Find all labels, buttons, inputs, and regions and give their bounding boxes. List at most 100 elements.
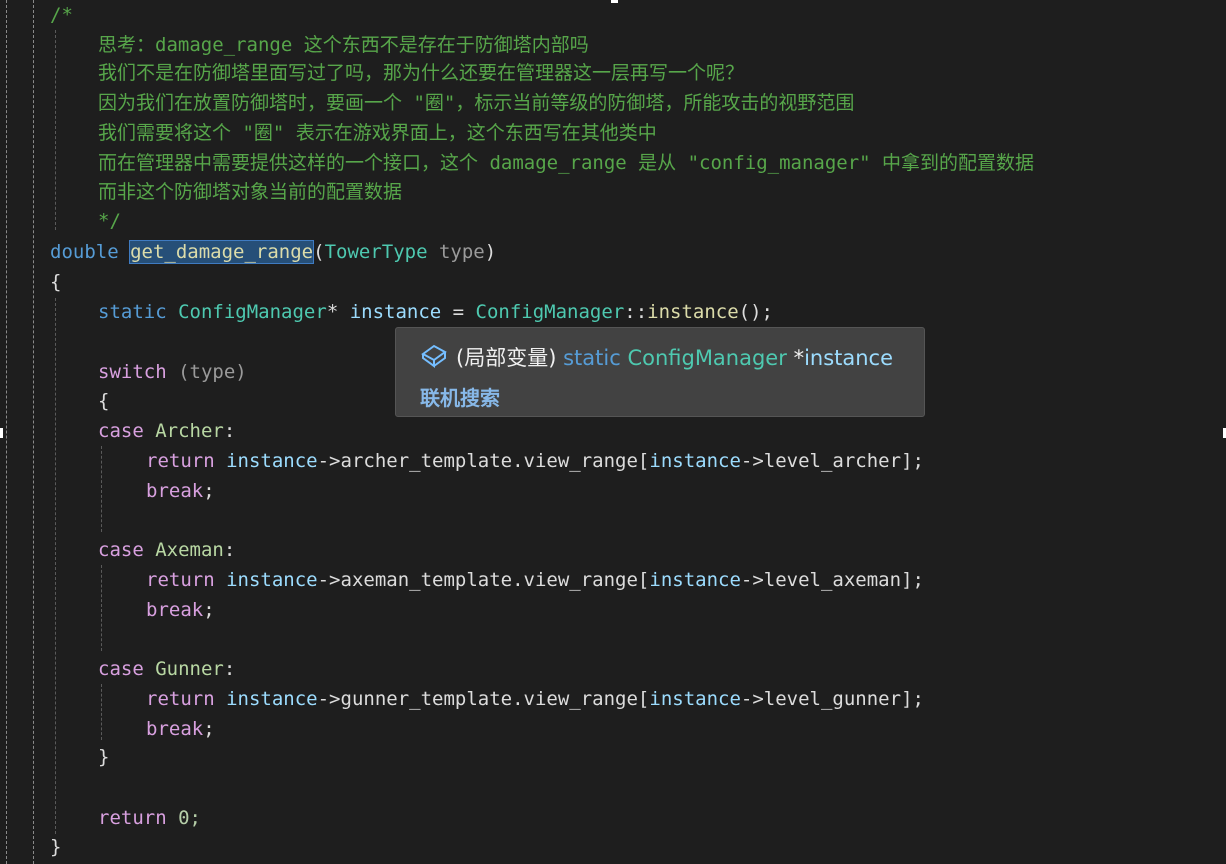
keyword: break — [146, 599, 204, 621]
code-line[interactable]: 因为我们在放置防御塔时，要画一个 "圈"，标示当前等级的防御塔，所能攻击的视野范… — [98, 88, 854, 118]
tooltip-signature: (局部变量) static ConfigManager *instance — [456, 342, 893, 372]
break-line[interactable]: break; — [146, 476, 215, 506]
return-type: double — [50, 241, 119, 263]
variable-name[interactable]: instance — [350, 301, 442, 323]
member[interactable]: level_archer — [764, 450, 901, 472]
class-name[interactable]: ConfigManager — [476, 301, 625, 323]
enum-value[interactable]: Axeman — [155, 539, 224, 561]
colon: : — [223, 420, 236, 442]
keyword: return — [146, 450, 215, 472]
online-search-link[interactable]: 联机搜索 — [420, 382, 500, 411]
paren: ) — [484, 241, 497, 263]
code-line[interactable]: { — [98, 386, 109, 416]
member[interactable]: axeman_template.view_range — [341, 569, 638, 591]
case-line[interactable]: case Axeman: — [98, 535, 235, 565]
return-zero-line[interactable]: return 0; — [98, 803, 201, 833]
scroll-marker — [611, 0, 618, 3]
indent-guide — [101, 684, 102, 740]
member[interactable]: level_gunner — [764, 688, 901, 710]
enum-value[interactable]: Archer — [155, 420, 224, 442]
switch-arg[interactable]: (type) — [167, 361, 247, 383]
operator: -> — [740, 569, 764, 591]
semicolon: ; — [203, 599, 215, 621]
break-line[interactable]: break; — [146, 714, 215, 744]
keyword: break — [146, 718, 204, 740]
operator: -> — [317, 688, 341, 710]
case-line[interactable]: case Archer: — [98, 416, 235, 446]
operator: ]; — [901, 569, 924, 591]
operator: ]; — [901, 450, 924, 472]
function-name-selected[interactable]: get_damage_range — [129, 240, 315, 264]
keyword: return — [146, 688, 215, 710]
variable-name[interactable]: instance — [649, 569, 741, 591]
tooltip-scope: (局部变量) — [456, 346, 557, 370]
tooltip-name: instance — [804, 346, 894, 370]
indent-guide — [55, 298, 56, 834]
keyword: return — [146, 569, 215, 591]
indent-guide — [55, 30, 56, 230]
keyword: switch — [98, 361, 167, 383]
call-parens: (); — [738, 301, 773, 323]
local-variable-icon — [421, 344, 447, 368]
colon: : — [223, 658, 236, 680]
member[interactable]: gunner_template.view_range — [341, 688, 638, 710]
keyword: case — [98, 658, 144, 680]
param-type[interactable]: TowerType — [325, 241, 428, 263]
keyword: case — [98, 420, 144, 442]
return-line[interactable]: return instance->axeman_template.view_ra… — [146, 565, 924, 595]
code-line[interactable]: { — [50, 267, 61, 297]
operator: ]; — [901, 688, 924, 710]
param-name[interactable]: type — [439, 241, 485, 263]
number-literal: 0; — [178, 807, 201, 829]
case-line[interactable]: case Gunner: — [98, 654, 235, 684]
keyword: return — [98, 807, 167, 829]
return-line[interactable]: return instance->archer_template.view_ra… — [146, 446, 924, 476]
function-signature[interactable]: double get_damage_range(TowerType type) — [50, 237, 496, 267]
code-editor[interactable]: /* 思考：damage_range 这个东西不是存在于防御塔内部吗 我们不是在… — [0, 0, 1226, 864]
code-line[interactable]: */ — [98, 206, 121, 236]
semicolon: ; — [203, 718, 215, 740]
member[interactable]: archer_template.view_range — [341, 450, 638, 472]
tooltip-star: * — [793, 346, 805, 370]
operator: [ — [637, 569, 650, 591]
operator: -> — [317, 450, 341, 472]
keyword: break — [146, 480, 204, 502]
indent-guide — [101, 565, 102, 651]
operator: = — [441, 301, 476, 323]
code-line[interactable]: /* — [50, 0, 73, 30]
scroll-marker — [0, 428, 3, 438]
variable-name[interactable]: instance — [226, 450, 318, 472]
code-line[interactable]: } — [98, 742, 109, 772]
colon: : — [223, 539, 236, 561]
variable-name[interactable]: instance — [226, 569, 318, 591]
switch-line[interactable]: switch (type) — [98, 357, 247, 387]
scope-operator: :: — [624, 301, 648, 323]
code-line[interactable]: 我们需要将这个 "圈" 表示在游戏界面上，这个东西写在其他类中 — [98, 118, 657, 148]
operator: * — [326, 301, 350, 323]
gutter-guide — [6, 0, 7, 864]
gutter-guide — [33, 0, 34, 864]
operator: -> — [740, 450, 764, 472]
code-line[interactable]: 思考：damage_range 这个东西不是存在于防御塔内部吗 — [98, 30, 589, 60]
enum-value[interactable]: Gunner — [155, 658, 224, 680]
member[interactable]: level_axeman — [764, 569, 901, 591]
type-name[interactable]: ConfigManager — [178, 301, 327, 323]
tooltip-keyword: static — [563, 346, 621, 370]
return-line[interactable]: return instance->gunner_template.view_ra… — [146, 684, 924, 714]
variable-name[interactable]: instance — [649, 688, 741, 710]
static-instance-line[interactable]: static ConfigManager* instance = ConfigM… — [98, 297, 773, 327]
quickinfo-tooltip: (局部变量) static ConfigManager *instance 联机… — [395, 327, 925, 417]
keyword: static — [98, 301, 167, 323]
code-line[interactable]: 而在管理器中需要提供这样的一个接口，这个 damage_range 是从 "co… — [98, 148, 1034, 178]
code-line[interactable]: 我们不是在防御塔里面写过了吗，那为什么还要在管理器这一层再写一个呢？ — [98, 58, 744, 88]
operator: [ — [637, 450, 650, 472]
break-line[interactable]: break; — [146, 595, 215, 625]
operator: [ — [637, 688, 650, 710]
keyword: case — [98, 539, 144, 561]
tooltip-type: ConfigManager — [627, 346, 787, 370]
code-line[interactable]: 而非这个防御塔对象当前的配置数据 — [98, 177, 402, 207]
code-line[interactable]: } — [50, 832, 61, 862]
variable-name[interactable]: instance — [226, 688, 318, 710]
function-call[interactable]: instance — [647, 301, 739, 323]
variable-name[interactable]: instance — [649, 450, 741, 472]
